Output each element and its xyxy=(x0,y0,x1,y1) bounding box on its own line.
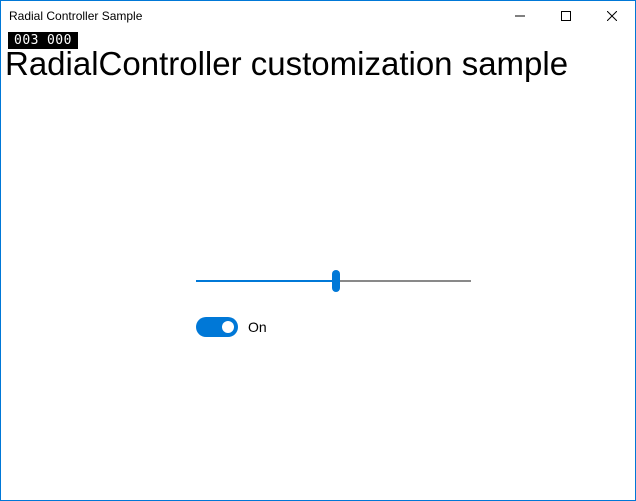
maximize-icon xyxy=(561,11,571,21)
controls-area: On xyxy=(196,265,476,337)
slider-fill xyxy=(196,280,336,282)
close-button[interactable] xyxy=(589,1,635,31)
titlebar: Radial Controller Sample xyxy=(1,1,635,31)
toggle-label: On xyxy=(248,319,267,335)
toggle-switch[interactable] xyxy=(196,317,238,337)
content-area: 003 000 RadialController customization s… xyxy=(1,31,635,500)
toggle-container: On xyxy=(196,317,476,337)
page-title: RadialController customization sample xyxy=(5,46,631,82)
close-icon xyxy=(607,11,617,21)
window-title: Radial Controller Sample xyxy=(1,9,142,23)
slider-thumb[interactable] xyxy=(332,270,340,292)
maximize-button[interactable] xyxy=(543,1,589,31)
minimize-icon xyxy=(515,11,525,21)
window-controls xyxy=(497,1,635,31)
toggle-knob xyxy=(222,321,234,333)
minimize-button[interactable] xyxy=(497,1,543,31)
app-window: Radial Controller Sample 003 000 RadialC… xyxy=(0,0,636,501)
value-slider[interactable] xyxy=(196,265,471,297)
